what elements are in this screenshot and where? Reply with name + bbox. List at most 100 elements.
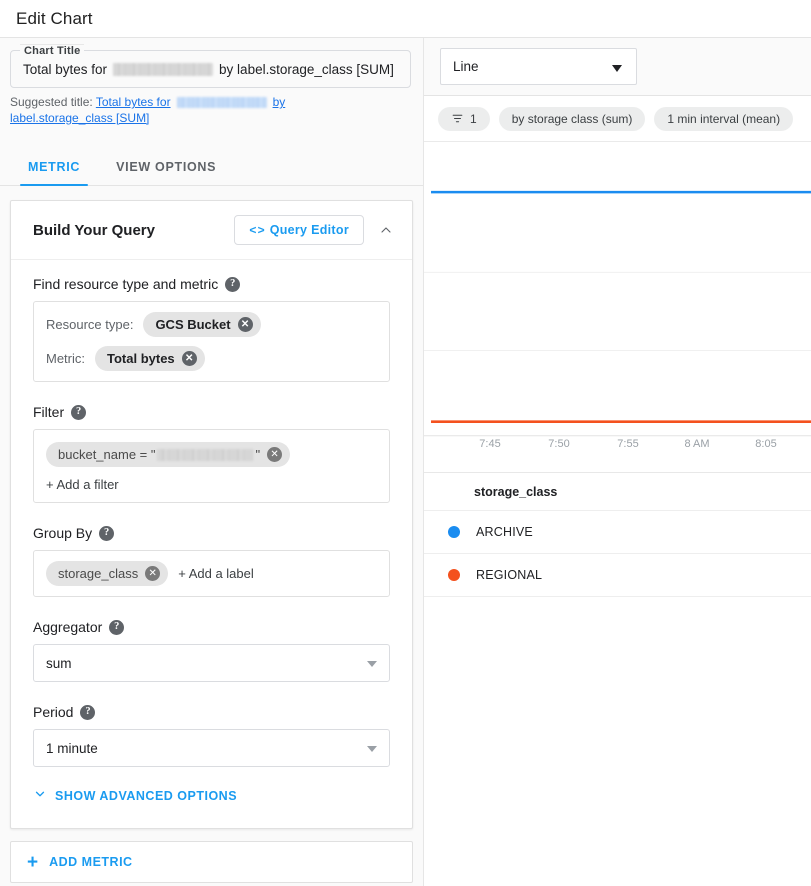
group-by-label-text: Group By <box>33 525 93 541</box>
find-resource-section-label: Find resource type and metric ? <box>33 276 390 292</box>
filter-chip-suffix: " <box>255 447 261 462</box>
interval-pill[interactable]: 1 min interval (mean) <box>654 106 794 131</box>
build-query-header: Build Your Query < > Query Editor <box>11 201 412 260</box>
chart-summary-pills: 1 by storage class (sum) 1 min interval … <box>424 96 811 142</box>
chart-type-bar: Line <box>424 38 811 96</box>
query-editor-label: Query Editor <box>269 223 349 237</box>
add-filter-link[interactable]: + Add a filter <box>46 477 377 492</box>
close-icon[interactable]: ✕ <box>237 317 253 332</box>
metric-label: Metric: <box>46 351 85 366</box>
show-advanced-options-label: SHOW ADVANCED OPTIONS <box>55 788 238 803</box>
suggested-link-part1: Total bytes for <box>95 95 171 109</box>
suggested-title-prefix: Suggested title: <box>10 95 93 109</box>
redacted-filter-value <box>157 448 254 461</box>
legend-row-archive[interactable]: ARCHIVE <box>424 511 811 554</box>
x-tick-label: 7:55 <box>617 438 639 450</box>
legend-label: REGIONAL <box>476 568 543 582</box>
filter-chip[interactable]: bucket_name = " " ✕ <box>46 442 291 467</box>
legend-header: storage_class <box>424 473 811 511</box>
help-icon[interactable]: ? <box>80 704 96 720</box>
group-by-chip-label: storage_class <box>58 566 139 581</box>
group-by-section-label: Group By ? <box>33 525 390 541</box>
filter-section-label: Filter ? <box>33 404 390 420</box>
period-value: 1 minute <box>46 740 98 756</box>
filter-label-text: Filter <box>33 404 65 420</box>
query-editor-button[interactable]: < > Query Editor <box>234 215 364 245</box>
aggregator-label-text: Aggregator <box>33 619 103 635</box>
filter-count-pill[interactable]: 1 <box>438 106 490 131</box>
x-tick-label: 8:05 <box>755 438 777 450</box>
filter-chip-prefix: bucket_name = " <box>58 447 156 462</box>
series-color-swatch-icon <box>448 526 460 538</box>
period-section-label: Period ? <box>33 704 390 720</box>
suggested-link-part2: by <box>272 95 286 109</box>
chart-plot-area: 7:45 7:50 7:55 8 AM 8:05 <box>424 142 811 472</box>
chart-type-value: Line <box>453 59 479 74</box>
chart-type-select[interactable]: Line <box>440 48 637 85</box>
chevron-down-icon <box>367 746 377 752</box>
chart-title-field-wrap: Chart Title Total bytes for by label.sto… <box>0 38 423 88</box>
add-metric-button[interactable]: + ADD METRIC <box>10 841 413 883</box>
show-advanced-options-button[interactable]: SHOW ADVANCED OPTIONS <box>33 787 237 804</box>
close-icon[interactable]: ✕ <box>145 566 161 581</box>
metric-chip-label: Total bytes <box>107 351 175 366</box>
dialog-body: Chart Title Total bytes for by label.sto… <box>0 38 811 886</box>
chevron-down-icon <box>367 661 377 667</box>
plus-icon: + <box>27 851 39 873</box>
metric-row: Metric: Total bytes ✕ <box>46 346 377 371</box>
close-icon[interactable]: ✕ <box>181 351 197 366</box>
chart-title-value: Total bytes for by label.storage_class [… <box>23 62 394 77</box>
period-label-text: Period <box>33 704 74 720</box>
chart-title-suffix: by label.storage_class [SUM] <box>219 62 394 77</box>
resource-type-chip-label: GCS Bucket <box>155 317 231 332</box>
config-tabs: METRIC VIEW OPTIONS <box>0 142 423 186</box>
filter-count-label: 1 <box>470 111 477 126</box>
chart-title-input[interactable]: Chart Title Total bytes for by label.sto… <box>10 44 411 88</box>
group-by-row: storage_class ✕ + Add a label <box>46 561 377 586</box>
resource-type-row: Resource type: GCS Bucket ✕ <box>46 312 377 337</box>
chart-x-axis: 7:45 7:50 7:55 8 AM 8:05 <box>424 438 811 468</box>
help-icon[interactable]: ? <box>99 525 115 541</box>
build-query-body: Find resource type and metric ? Resource… <box>11 260 412 828</box>
filter-box: bucket_name = " " ✕ + Add a filter <box>33 429 390 503</box>
close-icon[interactable]: ✕ <box>267 447 283 462</box>
edit-chart-dialog: Edit Chart Chart Title Total bytes for b… <box>0 0 811 886</box>
x-tick-label: 8 AM <box>684 438 710 450</box>
aggregator-section-label: Aggregator ? <box>33 619 390 635</box>
chevron-down-icon <box>612 64 622 72</box>
dialog-titlebar: Edit Chart <box>0 0 811 38</box>
group-by-pill[interactable]: by storage class (sum) <box>498 106 646 131</box>
suggested-title: Suggested title: Total bytes for by label… <box>0 88 400 126</box>
tab-metric[interactable]: METRIC <box>10 160 98 186</box>
find-resource-label-text: Find resource type and metric <box>33 276 219 292</box>
group-by-chip[interactable]: storage_class ✕ <box>46 561 169 586</box>
chart-title-prefix: Total bytes for <box>23 62 108 77</box>
metric-chip[interactable]: Total bytes ✕ <box>95 346 205 371</box>
help-icon[interactable]: ? <box>109 619 125 635</box>
x-tick-label: 7:50 <box>548 438 570 450</box>
build-query-heading: Build Your Query <box>33 221 155 239</box>
chevron-up-icon[interactable] <box>374 218 398 242</box>
filter-chip-label: bucket_name = " " <box>58 447 260 462</box>
legend-label: ARCHIVE <box>476 525 533 539</box>
page-title: Edit Chart <box>16 8 93 28</box>
chart-legend: storage_class ARCHIVE REGIONAL <box>424 472 811 597</box>
resource-type-chip[interactable]: GCS Bucket ✕ <box>143 312 261 337</box>
left-config-pane: Chart Title Total bytes for by label.sto… <box>0 38 424 886</box>
chart-preview-pane: Line 1 by storage class (sum) 1 min inte… <box>424 38 811 886</box>
x-tick-label: 7:45 <box>479 438 501 450</box>
aggregator-select[interactable]: sum <box>33 644 390 682</box>
legend-row-regional[interactable]: REGIONAL <box>424 554 811 597</box>
series-color-swatch-icon <box>448 569 460 581</box>
period-select[interactable]: 1 minute <box>33 729 390 767</box>
group-by-box: storage_class ✕ + Add a label <box>33 550 390 597</box>
build-query-header-actions: < > Query Editor <box>234 215 398 245</box>
redacted-bucket-name <box>113 63 214 76</box>
help-icon[interactable]: ? <box>225 276 241 292</box>
suggested-link-part3: label.storage_class [SUM] <box>10 111 150 125</box>
tab-view-options[interactable]: VIEW OPTIONS <box>98 160 234 185</box>
code-brackets-icon: < > <box>249 223 264 237</box>
help-icon[interactable]: ? <box>71 404 87 420</box>
redacted-bucket-name-suggested <box>176 97 267 109</box>
add-label-link[interactable]: + Add a label <box>178 566 254 581</box>
